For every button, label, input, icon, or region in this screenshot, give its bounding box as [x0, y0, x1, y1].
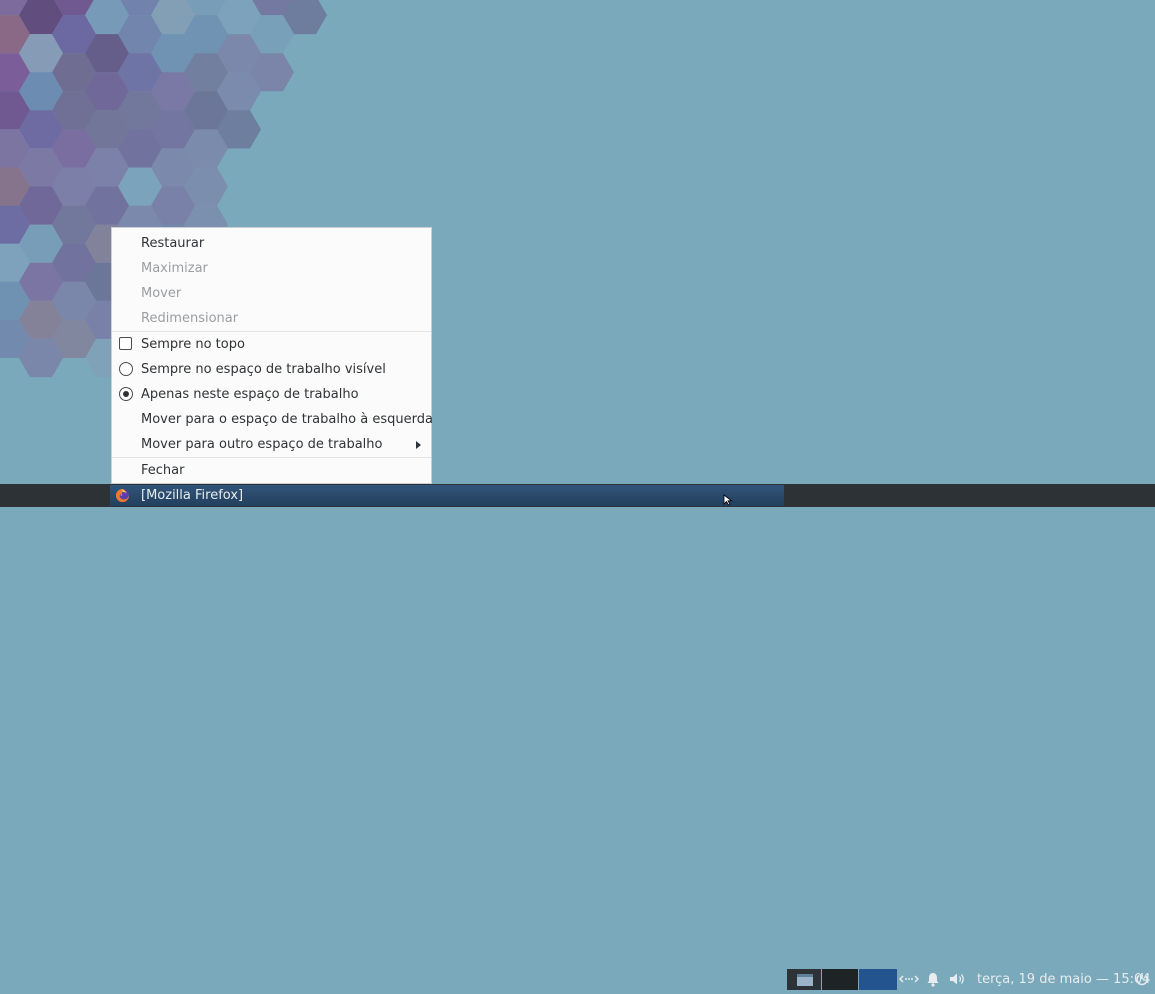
taskbar: [Mozilla Firefox] terça, 19 de maio — 15…	[0, 484, 1155, 990]
mouse-cursor-icon	[723, 494, 733, 506]
clock[interactable]: terça, 19 de maio — 15:04	[977, 968, 1151, 991]
network-icon[interactable]	[899, 970, 919, 988]
menu-item-move: Mover	[112, 281, 431, 306]
task-button-firefox[interactable]: [Mozilla Firefox]	[110, 485, 784, 506]
menu-item-move-other-workspace[interactable]: Mover para outro espaço de trabalho	[112, 432, 431, 457]
volume-icon[interactable]	[948, 970, 968, 988]
task-button-label: [Mozilla Firefox]	[141, 488, 244, 503]
window-icon	[797, 974, 813, 986]
menu-item-label: Maximizar	[141, 261, 208, 276]
menu-item-maximize: Maximizar	[112, 256, 431, 281]
workspace-2[interactable]	[822, 969, 858, 990]
menu-item-label: Sempre no topo	[141, 337, 245, 352]
menu-item-label: Mover	[141, 286, 182, 301]
radio-selected-icon[interactable]	[119, 387, 133, 401]
workspace-3-active[interactable]	[859, 969, 897, 990]
submenu-arrow-icon	[416, 441, 421, 449]
power-icon[interactable]	[1134, 970, 1150, 988]
menu-item-only-this-workspace[interactable]: Apenas neste espaço de trabalho	[112, 382, 431, 407]
menu-item-restore[interactable]: Restaurar	[112, 231, 431, 256]
menu-item-label: Mover para outro espaço de trabalho	[141, 437, 383, 452]
menu-item-label: Mover para o espaço de trabalho à esquer…	[141, 412, 433, 427]
checkbox-icon[interactable]	[119, 337, 132, 350]
window-context-menu: Restaurar Maximizar Mover Redimensionar …	[111, 227, 433, 484]
menu-item-always-visible-workspace[interactable]: Sempre no espaço de trabalho visível	[112, 357, 431, 382]
firefox-icon	[115, 488, 130, 503]
menu-item-move-workspace-left[interactable]: Mover para o espaço de trabalho à esquer…	[112, 407, 433, 432]
menu-item-always-on-top[interactable]: Sempre no topo	[112, 332, 431, 357]
menu-item-label: Restaurar	[141, 236, 205, 251]
bell-icon[interactable]	[925, 970, 941, 988]
menu-item-close[interactable]: Fechar	[112, 458, 431, 483]
menu-item-resize: Redimensionar	[112, 306, 431, 331]
workspace-1[interactable]	[787, 969, 821, 990]
menu-item-label: Fechar	[141, 463, 185, 478]
menu-item-label: Apenas neste espaço de trabalho	[141, 387, 359, 402]
menu-item-label: Redimensionar	[141, 311, 239, 326]
radio-icon[interactable]	[119, 362, 133, 376]
menu-item-label: Sempre no espaço de trabalho visível	[141, 362, 386, 377]
